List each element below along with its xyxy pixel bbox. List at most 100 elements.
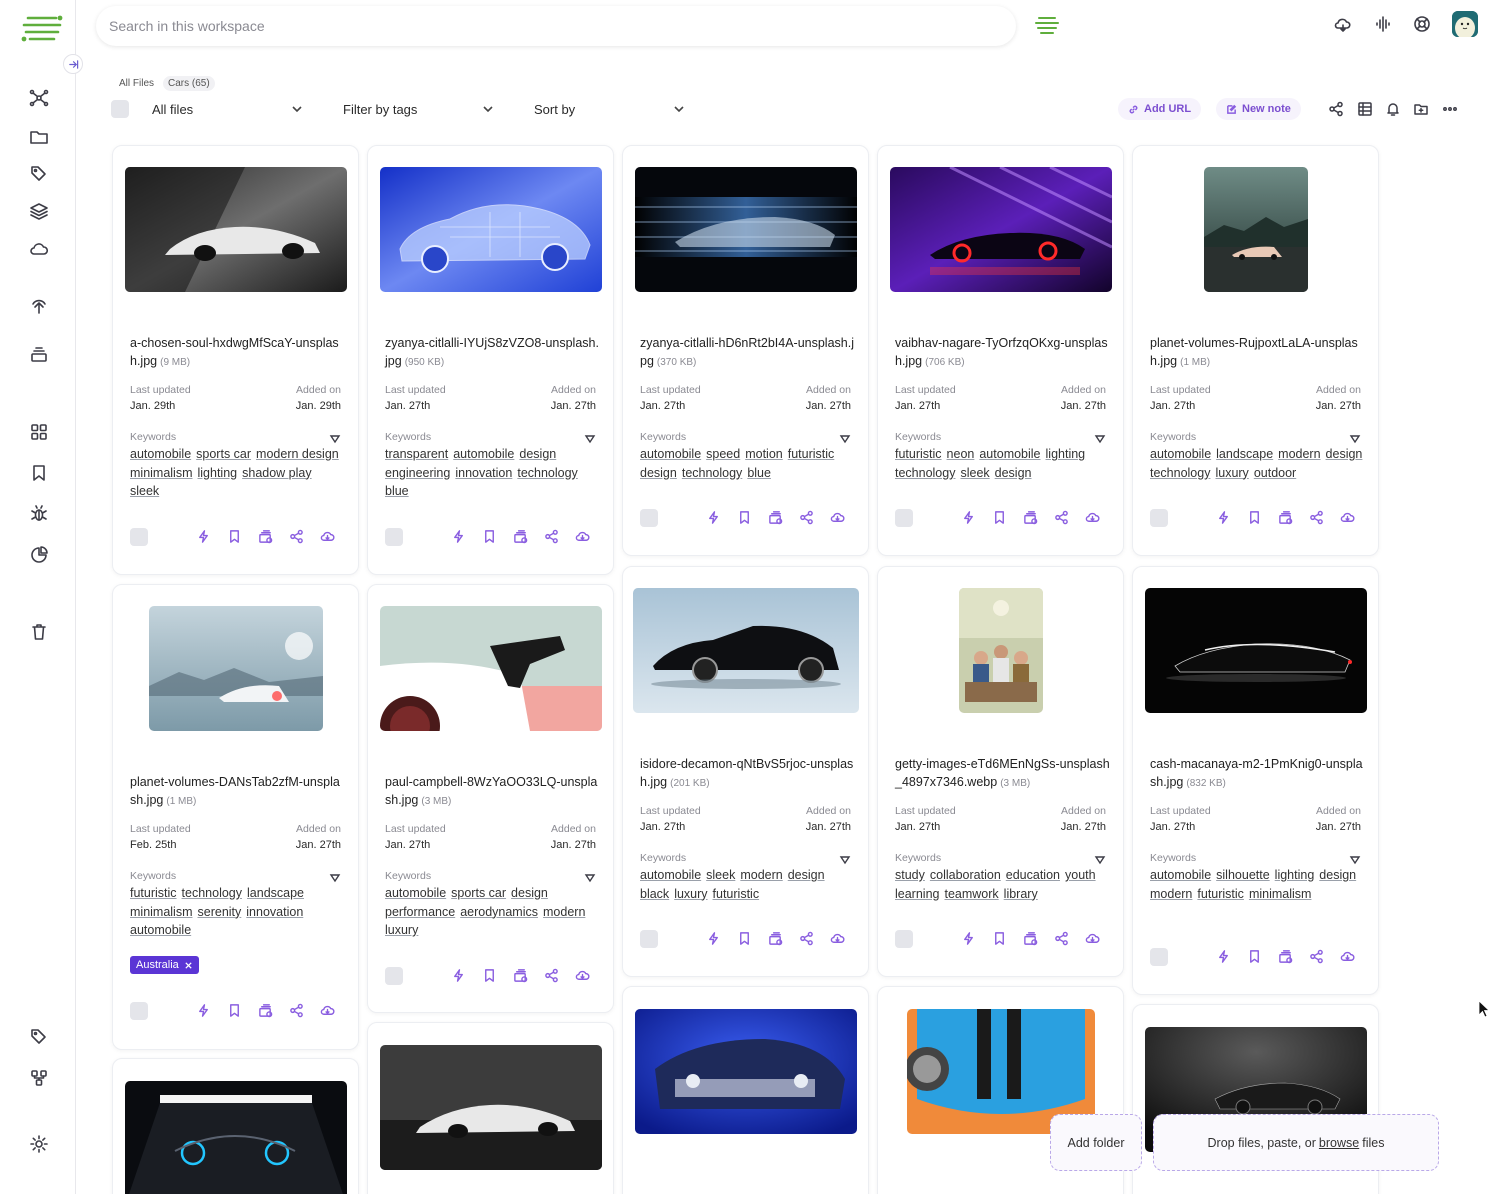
cloud-download-icon[interactable] xyxy=(1085,931,1101,947)
keyword-tag[interactable]: luxury xyxy=(385,921,418,940)
select-checkbox[interactable] xyxy=(130,1002,148,1020)
keyword-tag[interactable]: sports car xyxy=(451,884,506,903)
file-drop-zone[interactable]: Drop files, paste, or browse files xyxy=(1153,1114,1439,1171)
browse-files-link[interactable]: browse xyxy=(1319,1136,1359,1150)
select-checkbox[interactable] xyxy=(1150,948,1168,966)
keyword-tag[interactable]: minimalism xyxy=(130,903,193,922)
layers-icon[interactable] xyxy=(26,198,52,224)
file-name[interactable]: a-chosen-soul-hxdwgMfScaY-unsplash.jpg (9… xyxy=(130,334,345,372)
cloud-download-icon[interactable] xyxy=(320,529,336,545)
share-icon[interactable] xyxy=(799,931,815,947)
collection-icon[interactable] xyxy=(258,529,274,545)
keywords-toggle-icon[interactable] xyxy=(1094,432,1106,444)
file-thumbnail[interactable] xyxy=(1145,588,1367,713)
cloud-download-icon[interactable] xyxy=(320,1003,336,1019)
close-icon[interactable] xyxy=(184,961,193,970)
add-url-button[interactable]: Add URL xyxy=(1118,98,1202,120)
keyword-tag[interactable]: study xyxy=(895,866,925,885)
keyword-tag[interactable]: landscape xyxy=(1216,445,1273,464)
keyword-tag[interactable]: futuristic xyxy=(788,445,835,464)
cloud-download-icon[interactable] xyxy=(575,529,591,545)
keyword-tag[interactable]: automobile xyxy=(640,866,701,885)
keywords-toggle-icon[interactable] xyxy=(1349,432,1361,444)
select-checkbox[interactable] xyxy=(1150,509,1168,527)
bookmark-icon[interactable] xyxy=(227,529,243,545)
file-thumbnail[interactable] xyxy=(380,1045,602,1170)
location-chip[interactable]: Australia xyxy=(130,956,199,974)
file-name[interactable]: isidore-decamon-qNtBvS5rjoc-unsplash.jpg… xyxy=(640,755,855,793)
keyword-tag[interactable]: technology xyxy=(1150,464,1210,483)
keyword-tag[interactable]: automobile xyxy=(1150,866,1211,885)
file-name[interactable]: zyanya-citlalli-hD6nRt2bI4A-unsplash.jpg… xyxy=(640,334,855,372)
bookmark-icon[interactable] xyxy=(992,931,1008,947)
lightning-icon[interactable] xyxy=(1216,510,1232,526)
lightning-icon[interactable] xyxy=(451,968,467,984)
share-icon[interactable] xyxy=(1326,99,1346,119)
file-card[interactable]: getty-images-eTd6MEnNgSs-unsplash_4897x7… xyxy=(877,566,1124,977)
cloud-sync-icon[interactable] xyxy=(1332,13,1354,35)
share-icon[interactable] xyxy=(1309,510,1325,526)
sort-dropdown[interactable]: Sort by xyxy=(534,98,686,120)
file-type-dropdown[interactable]: All files xyxy=(152,98,304,120)
lightning-icon[interactable] xyxy=(196,1003,212,1019)
keyword-tag[interactable]: teamwork xyxy=(944,885,998,904)
file-card[interactable]: a-chosen-soul-hxdwgMfScaY-unsplash.jpg (9… xyxy=(112,145,359,575)
pie-chart-icon[interactable] xyxy=(26,542,52,568)
keyword-tag[interactable]: sleek xyxy=(960,464,989,483)
tags-icon[interactable] xyxy=(26,160,52,186)
cloud-download-icon[interactable] xyxy=(1085,510,1101,526)
file-thumbnail[interactable] xyxy=(380,606,602,731)
keyword-tag[interactable]: automobile xyxy=(1150,445,1211,464)
file-card[interactable]: zyanya-citlalli-IYUjS8zVZO8-unsplash.jpg… xyxy=(367,145,614,575)
file-card[interactable]: isidore-decamon-qNtBvS5rjoc-unsplash.jpg… xyxy=(622,566,869,977)
lightning-icon[interactable] xyxy=(961,510,977,526)
graph-network-icon[interactable] xyxy=(26,85,52,111)
collection-icon[interactable] xyxy=(768,931,784,947)
cloud-download-icon[interactable] xyxy=(1340,510,1356,526)
keyword-tag[interactable]: education xyxy=(1006,866,1060,885)
file-card[interactable] xyxy=(367,1022,614,1194)
file-thumbnail[interactable] xyxy=(125,1081,347,1194)
file-thumbnail[interactable] xyxy=(125,167,347,292)
keywords-toggle-icon[interactable] xyxy=(584,871,596,883)
file-name[interactable]: vaibhav-nagare-TyOrfzqOKxg-unsplash.jpg(… xyxy=(895,334,1110,372)
file-thumbnail[interactable] xyxy=(380,167,602,292)
stack-icon[interactable] xyxy=(26,342,52,368)
select-all-checkbox[interactable] xyxy=(111,100,129,118)
keyword-tag[interactable]: learning xyxy=(895,885,939,904)
file-card[interactable]: paul-campbell-8WzYaOO33LQ-unsplash.jpg (3… xyxy=(367,584,614,1013)
new-note-button[interactable]: New note xyxy=(1216,98,1301,120)
apps-grid-icon[interactable] xyxy=(26,419,52,445)
keyword-tag[interactable]: design xyxy=(640,464,677,483)
notification-bell-icon[interactable] xyxy=(1383,99,1403,119)
bookmark-icon[interactable] xyxy=(992,510,1008,526)
cloud-download-icon[interactable] xyxy=(830,510,846,526)
file-card[interactable]: planet-volumes-RujpoxtLaLA-unsplash.jpg(… xyxy=(1132,145,1379,556)
select-checkbox[interactable] xyxy=(385,967,403,985)
keywords-toggle-icon[interactable] xyxy=(1094,853,1106,865)
keyword-tag[interactable]: landscape xyxy=(247,884,304,903)
keyword-tag[interactable]: design xyxy=(1326,445,1363,464)
keyword-tag[interactable]: automobile xyxy=(453,445,514,464)
keyword-tag[interactable]: futuristic xyxy=(130,884,177,903)
breadcrumb-all-files[interactable]: All Files xyxy=(114,76,159,91)
keyword-tag[interactable]: design xyxy=(788,866,825,885)
collection-icon[interactable] xyxy=(768,510,784,526)
app-logo-icon[interactable] xyxy=(20,12,64,48)
keyword-tag[interactable]: lighting xyxy=(198,464,238,483)
keyword-tag[interactable]: automobile xyxy=(130,445,191,464)
file-card[interactable] xyxy=(112,1058,359,1194)
new-folder-icon[interactable] xyxy=(1411,99,1431,119)
keyword-tag[interactable]: innovation xyxy=(246,903,303,922)
keyword-tag[interactable]: luxury xyxy=(674,885,707,904)
settings-gear-icon[interactable] xyxy=(26,1131,52,1157)
file-thumbnail[interactable] xyxy=(635,167,857,292)
keyword-tag[interactable]: serenity xyxy=(198,903,242,922)
share-icon[interactable] xyxy=(544,968,560,984)
keyword-tag[interactable]: modern xyxy=(1150,885,1192,904)
folder-icon[interactable] xyxy=(26,124,52,150)
keyword-tag[interactable]: library xyxy=(1004,885,1038,904)
keyword-tag[interactable]: youth xyxy=(1065,866,1096,885)
add-folder-button[interactable]: Add folder xyxy=(1050,1114,1142,1171)
share-icon[interactable] xyxy=(1054,931,1070,947)
